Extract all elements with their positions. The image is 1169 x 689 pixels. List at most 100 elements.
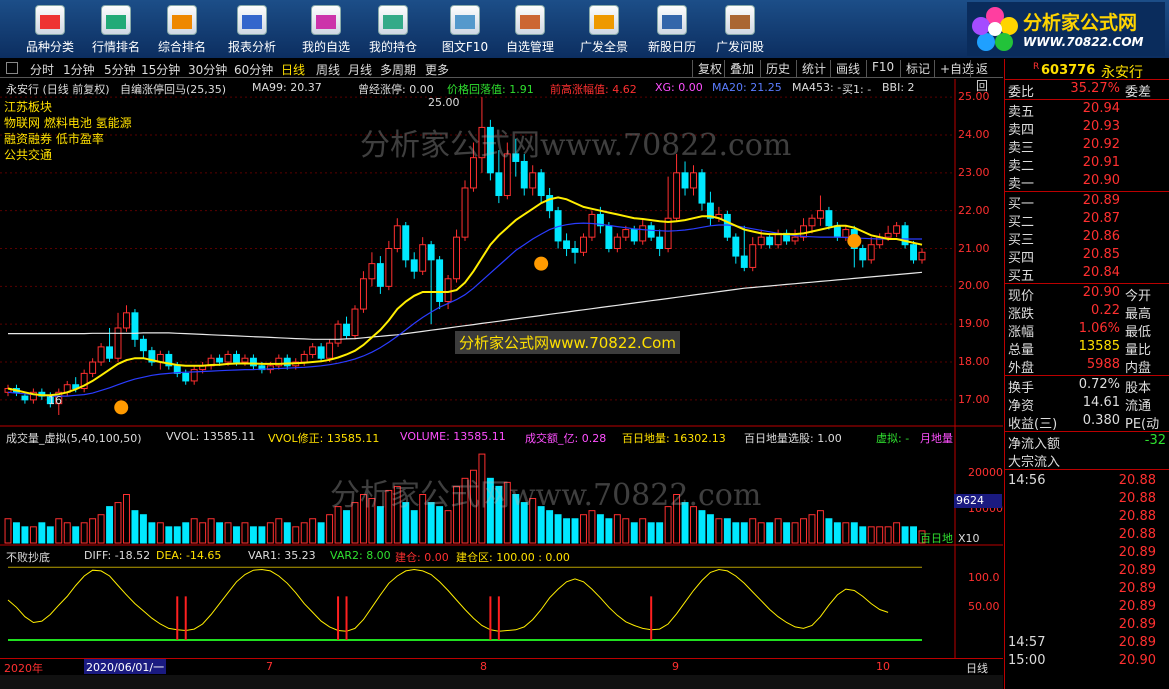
candle — [165, 350, 173, 370]
period-10[interactable]: 更多 — [425, 61, 449, 78]
weibi: 委比 35.27% 委差 — [1005, 81, 1169, 100]
stat-0-extra: 今开 — [1125, 289, 1152, 304]
func-button-5[interactable]: F10 — [866, 60, 899, 77]
osc-line — [7, 568, 889, 632]
volume-bar — [46, 526, 54, 544]
volume-bar — [833, 522, 841, 544]
toolbar-button-label: 报表分析 — [227, 40, 276, 54]
toolbar-button-label: 广发问股 — [715, 40, 764, 54]
toolbar-button-10[interactable]: 新股日历 — [640, 3, 704, 55]
func-button-3[interactable]: 统计 — [796, 60, 831, 77]
buy-level-1: 买一 20.89 — [1005, 193, 1169, 212]
toolbar-button-8[interactable]: 自选管理 — [498, 3, 562, 55]
stat-1-label: 涨跌 — [1008, 307, 1035, 322]
func-button-4[interactable]: 画线 — [830, 60, 865, 77]
candle — [681, 161, 689, 196]
toolbar-button-4[interactable]: 报表分析 — [220, 3, 284, 55]
tick-row: 20.88 — [1005, 509, 1169, 527]
toolbar-button-9[interactable]: 广发全景 — [572, 3, 636, 55]
period-0[interactable]: 分时 — [30, 61, 54, 78]
func-button-0[interactable]: 复权 — [692, 60, 727, 77]
period-label[interactable]: 日线 — [966, 660, 988, 676]
volume-bar — [639, 518, 647, 544]
volume-bar — [106, 506, 114, 544]
chart-area[interactable] — [0, 79, 1003, 679]
xg-value: XG: 0.00 — [655, 81, 703, 94]
buy-level-1-value: 20.89 — [1082, 193, 1120, 208]
volume-bar — [283, 522, 291, 544]
toolbar-button-6[interactable]: 我的持仓 — [361, 3, 425, 55]
sell-level-3-value: 20.92 — [1082, 137, 1120, 152]
period-8[interactable]: 月线 — [348, 61, 372, 78]
toolbar-button-label: 新股日历 — [647, 40, 696, 54]
toolbar-button-1[interactable]: 品种分类 — [18, 3, 82, 55]
volume-bar — [148, 522, 156, 544]
volume-bar — [38, 522, 46, 544]
tick-price: 20.89 — [1118, 545, 1156, 560]
period-3[interactable]: 15分钟 — [141, 61, 180, 78]
period-9[interactable]: 多周期 — [380, 61, 416, 78]
toolbar-button-11[interactable]: 广发问股 — [708, 3, 772, 55]
tick-time: 14:56 — [1008, 473, 1046, 488]
build-position-value: 建仓: 0.00 — [395, 551, 449, 564]
sell-level-1-label: 卖一 — [1008, 177, 1035, 192]
candle — [690, 165, 697, 196]
volume-bar — [156, 522, 164, 544]
indicator-name[interactable]: 自编涨停回马(25,35) — [120, 81, 226, 97]
volume-bar — [258, 526, 266, 544]
flow-0: 净流入额 -32 — [1005, 433, 1169, 452]
period-6[interactable]: 日线 — [281, 61, 305, 78]
buy-level-2-label: 买二 — [1008, 215, 1035, 230]
volume-bar — [816, 510, 824, 544]
sell-level-5: 卖五 20.94 — [1005, 101, 1169, 120]
candle — [410, 252, 418, 279]
volume-bar — [224, 522, 232, 544]
candle — [317, 343, 325, 363]
volume-bar — [4, 518, 12, 544]
stat-4-value: 5988 — [1086, 357, 1120, 372]
toolbar-button-5[interactable]: 我的自选 — [294, 3, 358, 55]
tick-price: 20.89 — [1118, 635, 1156, 650]
tick-row: 20.89 — [1005, 617, 1169, 635]
func-button-1[interactable]: 叠加 — [724, 60, 759, 77]
portfolio-icon — [378, 5, 408, 35]
weibi-value: 35.27% — [1070, 81, 1120, 96]
volume-bar — [740, 522, 748, 544]
period-7[interactable]: 周线 — [316, 61, 340, 78]
osc-tick-100: 100.0 — [968, 571, 1000, 584]
toolbar-button-7[interactable]: 图文F10 — [433, 3, 497, 55]
panel-toggle-icon[interactable] — [6, 62, 18, 74]
candle — [123, 305, 130, 332]
volume-bar — [241, 522, 249, 544]
period-2[interactable]: 5分钟 — [104, 61, 136, 78]
osc-tick-50: 50.00 — [968, 600, 1000, 613]
tick-row: 15:00 20.90 — [1005, 653, 1169, 671]
period-1[interactable]: 1分钟 — [63, 61, 95, 78]
tick-row: 20.89 — [1005, 563, 1169, 581]
year-label: 2020年 — [4, 662, 43, 675]
volume-bar — [80, 522, 88, 544]
toolbar-button-2[interactable]: 行情排名 — [84, 3, 148, 55]
func-button-6[interactable]: 标记 — [900, 60, 935, 77]
volume-bar — [910, 526, 917, 544]
candle — [97, 343, 105, 366]
candle — [461, 180, 469, 241]
candle — [148, 346, 156, 366]
stat2-0-label: 换手 — [1008, 381, 1035, 396]
candle — [546, 187, 554, 219]
volume-bar — [326, 514, 334, 544]
func-button-8[interactable]: 返回 — [970, 60, 1003, 93]
func-button-2[interactable]: 历史 — [760, 60, 795, 77]
price-tick: 24.00 — [958, 127, 990, 141]
prev-high-gain-value: 前高涨幅值: 4.62 — [550, 83, 637, 96]
volume-bar — [343, 510, 350, 544]
stat-3-value: 13585 — [1078, 339, 1120, 354]
period-5[interactable]: 60分钟 — [234, 61, 273, 78]
period-4[interactable]: 30分钟 — [188, 61, 227, 78]
logo-url: WWW.70822.COM — [1023, 35, 1144, 49]
toolbar-button-3[interactable]: 综合排名 — [150, 3, 214, 55]
var1-value: VAR1: 35.23 — [248, 549, 316, 562]
sell-level-5-value: 20.94 — [1082, 101, 1120, 116]
candle — [207, 354, 215, 370]
volume-bar — [698, 510, 706, 544]
